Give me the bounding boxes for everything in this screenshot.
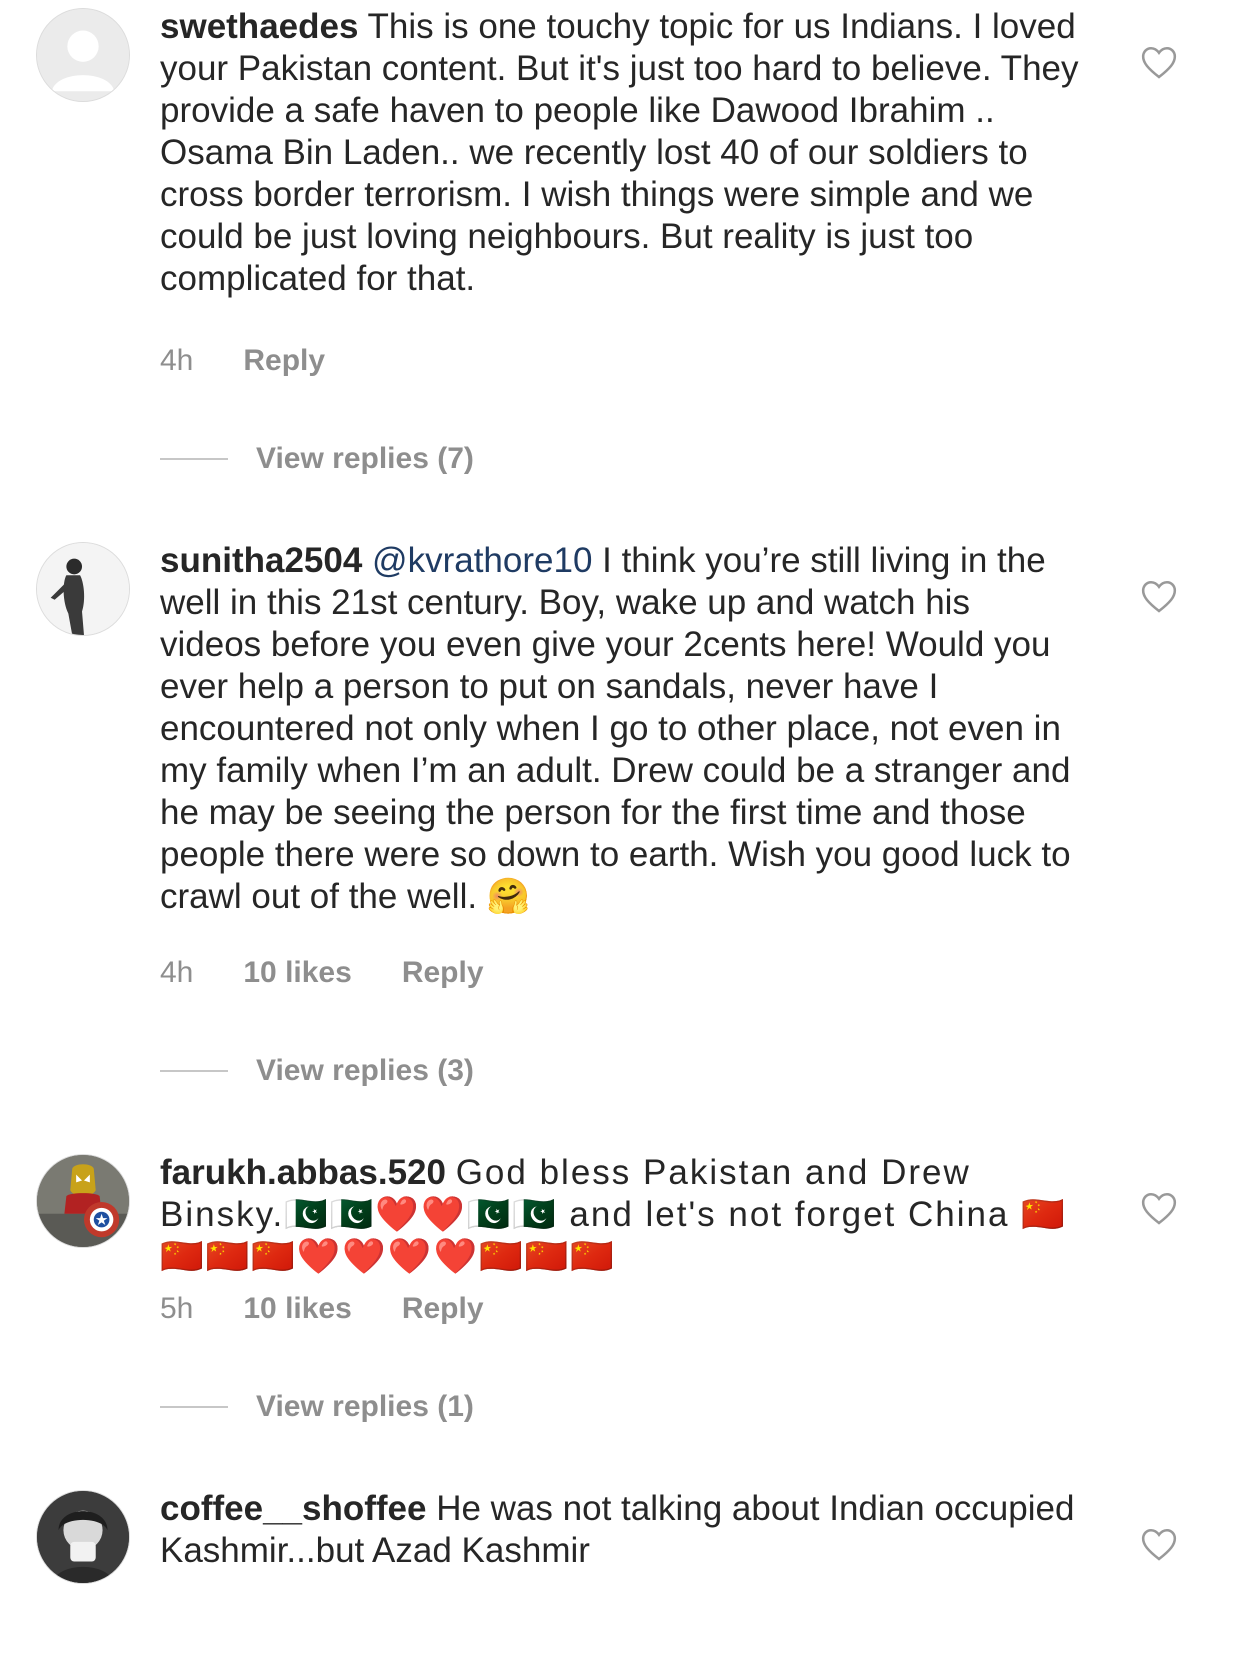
username[interactable]: sunitha2504 — [160, 541, 362, 580]
user-photo-icon — [37, 1491, 129, 1583]
likes-count[interactable]: 10 likes — [243, 1292, 351, 1326]
like-button[interactable] — [1140, 1190, 1178, 1226]
divider-line — [160, 1070, 228, 1072]
like-button[interactable] — [1140, 1526, 1178, 1562]
view-replies-button[interactable]: View replies (7) — [160, 442, 474, 476]
divider-line — [160, 1406, 228, 1408]
avatar[interactable] — [36, 1154, 130, 1248]
comment-text: swethaedes This is one touchy topic for … — [160, 6, 1080, 300]
reply-button[interactable]: Reply — [402, 1292, 484, 1326]
avatar[interactable] — [36, 1490, 130, 1584]
comment-text: farukh.abbas.520 God bless Pakistan and … — [160, 1152, 1080, 1278]
reply-button[interactable]: Reply — [402, 956, 484, 990]
likes-count[interactable]: 10 likes — [243, 956, 351, 990]
view-replies-label[interactable]: View replies (1) — [256, 1390, 474, 1424]
comment-body: This is one touchy topic for us Indians.… — [160, 7, 1079, 298]
username[interactable]: swethaedes — [160, 7, 358, 46]
timestamp: 4h — [160, 344, 194, 377]
mention-link[interactable]: @kvrathore10 — [372, 541, 592, 580]
avatar[interactable] — [36, 8, 130, 102]
heart-outline-icon — [1141, 580, 1177, 613]
person-placeholder-icon — [37, 9, 129, 101]
comment-meta: 4h Reply — [160, 344, 325, 378]
user-photo-icon — [37, 543, 129, 635]
avatar[interactable] — [36, 542, 130, 636]
user-photo-icon — [37, 1155, 129, 1247]
heart-outline-icon — [1141, 46, 1177, 79]
comment-body: I think you’re still living in the well … — [160, 541, 1071, 916]
username[interactable]: farukh.abbas.520 — [160, 1153, 446, 1192]
heart-outline-icon — [1141, 1528, 1177, 1561]
comment-text: coffee__shoffee He was not talking about… — [160, 1488, 1080, 1572]
view-replies-label[interactable]: View replies (3) — [256, 1054, 474, 1088]
username[interactable]: coffee__shoffee — [160, 1489, 426, 1528]
view-replies-button[interactable]: View replies (1) — [160, 1390, 474, 1424]
like-button[interactable] — [1140, 44, 1178, 80]
timestamp: 4h — [160, 956, 194, 989]
comment-text: sunitha2504 @kvrathore10 I think you’re … — [160, 540, 1080, 918]
view-replies-button[interactable]: View replies (3) — [160, 1054, 474, 1088]
timestamp: 5h — [160, 1292, 194, 1325]
heart-outline-icon — [1141, 1192, 1177, 1225]
comment-meta: 4h 10 likes Reply — [160, 956, 484, 990]
comment-meta: 5h 10 likes Reply — [160, 1292, 484, 1326]
divider-line — [160, 458, 228, 460]
like-button[interactable] — [1140, 578, 1178, 614]
view-replies-label[interactable]: View replies (7) — [256, 442, 474, 476]
reply-button[interactable]: Reply — [243, 344, 325, 378]
